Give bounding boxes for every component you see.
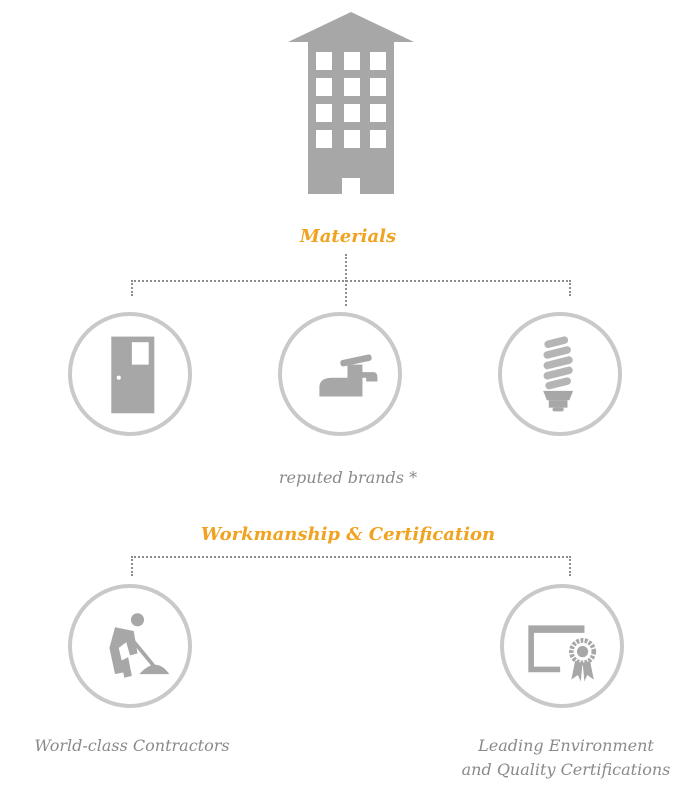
connector-line xyxy=(569,280,571,296)
connector-line xyxy=(345,254,347,282)
materials-caption: reputed brands * xyxy=(278,468,418,487)
certificate-circle xyxy=(500,584,624,708)
building-icon xyxy=(288,12,414,194)
materials-heading: Materials xyxy=(299,226,397,247)
light-bulb-circle xyxy=(498,312,622,436)
connector-line xyxy=(131,556,571,558)
worker-icon xyxy=(109,613,170,678)
connector-line xyxy=(345,280,347,306)
certifications-caption-line2: and Quality Certifications xyxy=(461,760,671,779)
worker-circle xyxy=(68,584,192,708)
connector-line xyxy=(569,556,571,576)
faucet-circle xyxy=(278,312,402,436)
door-icon xyxy=(111,336,155,414)
faucet-icon xyxy=(319,354,378,397)
connector-line xyxy=(131,280,133,296)
light-bulb-icon xyxy=(543,336,574,412)
contractors-caption: World-class Contractors xyxy=(34,736,230,755)
certificate-icon xyxy=(528,625,597,682)
certifications-caption-line1: Leading Environment xyxy=(478,736,654,755)
door-circle xyxy=(68,312,192,436)
connector-line xyxy=(131,556,133,576)
workmanship-heading: Workmanship & Certification xyxy=(200,524,496,545)
connector-line xyxy=(131,280,571,282)
